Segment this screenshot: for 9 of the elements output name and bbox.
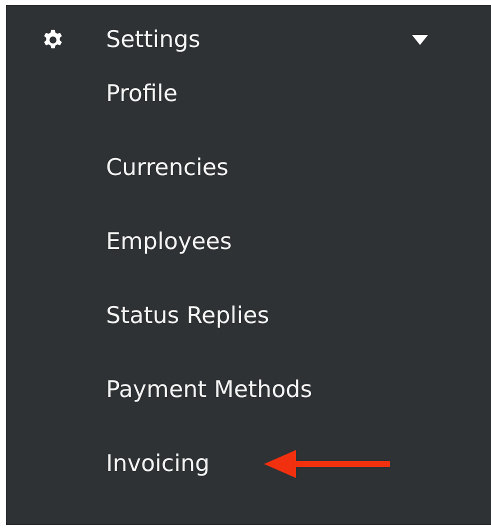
caret-icon xyxy=(412,35,428,45)
menu-item[interactable]: Payment Methods xyxy=(106,375,312,405)
settings-menu-toggle[interactable]: Settings xyxy=(6,23,491,57)
menu-item[interactable]: Profile xyxy=(106,79,178,109)
settings-icon xyxy=(42,29,64,51)
menu-item[interactable]: Status Replies xyxy=(106,301,270,331)
menu-item[interactable]: Employees xyxy=(106,227,232,257)
menu-item[interactable]: Currencies xyxy=(106,153,229,183)
menu-item[interactable]: Invoicing xyxy=(106,449,210,479)
